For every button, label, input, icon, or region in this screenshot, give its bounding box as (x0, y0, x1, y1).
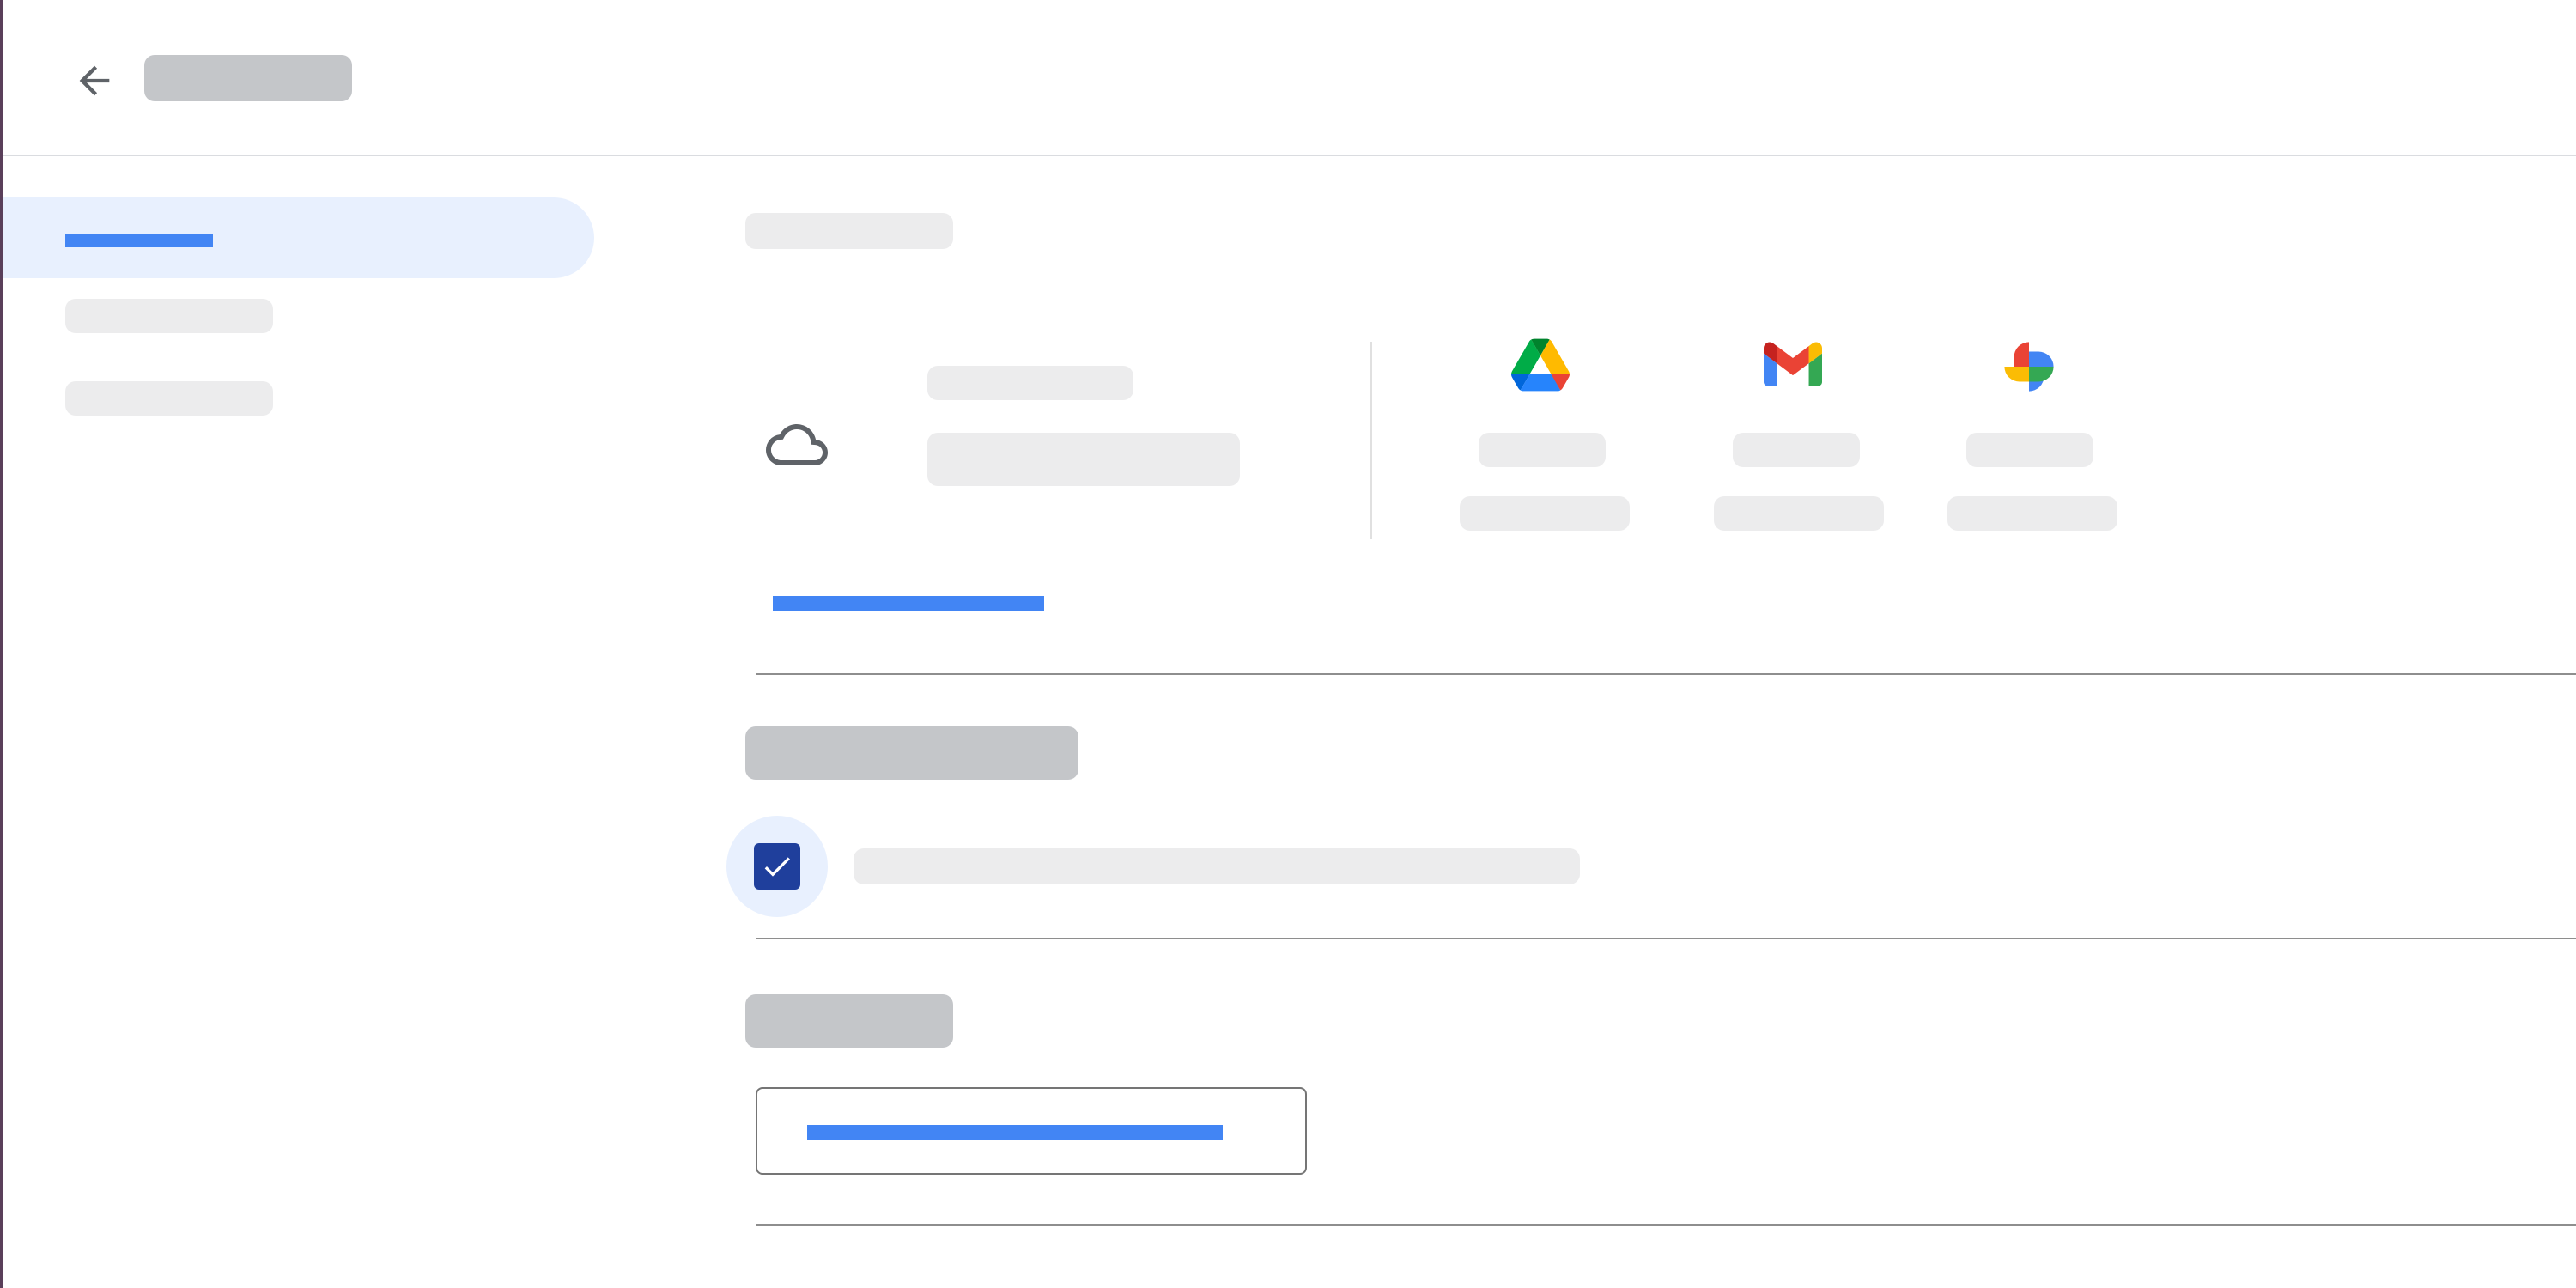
backup-checkbox[interactable] (754, 843, 800, 890)
storage-divider (1370, 342, 1372, 539)
sidebar-item-label (65, 234, 213, 247)
cloud-icon (766, 424, 828, 465)
action-button-label (807, 1125, 1223, 1140)
sidebar-item-label (65, 299, 273, 333)
actions-section-title (745, 994, 953, 1048)
gmail-icon (1764, 342, 1822, 386)
backup-checkbox-label (854, 848, 1580, 884)
backup-section-title (745, 726, 1078, 780)
app-usage-gmail (1714, 496, 1884, 531)
storage-usage-value (927, 433, 1240, 486)
app-name-gmail (1733, 433, 1860, 467)
storage-section-title (745, 213, 953, 249)
sidebar-item-3[interactable] (3, 359, 594, 440)
top-bar (3, 0, 2576, 156)
arrow-back-icon (79, 65, 110, 96)
sidebar-item-label (65, 381, 273, 416)
back-button[interactable] (60, 46, 129, 115)
page-title (144, 55, 352, 101)
google-drive-icon (1511, 338, 1570, 392)
app-name-drive (1479, 433, 1606, 467)
sidebar-item-1[interactable] (3, 197, 594, 278)
section-divider (756, 1224, 2576, 1226)
app-usage-photos (1947, 496, 2117, 531)
checkmark-icon (764, 857, 790, 877)
sidebar-item-2[interactable] (3, 278, 594, 359)
section-divider (756, 673, 2576, 675)
app-usage-drive (1460, 496, 1630, 531)
manage-storage-link[interactable] (773, 596, 1044, 611)
google-photos-icon (2004, 342, 2054, 392)
action-button[interactable] (756, 1087, 1307, 1175)
window-edge (0, 0, 3, 1288)
section-divider (756, 938, 2576, 939)
storage-usage-label (927, 366, 1133, 400)
app-name-photos (1966, 433, 2093, 467)
